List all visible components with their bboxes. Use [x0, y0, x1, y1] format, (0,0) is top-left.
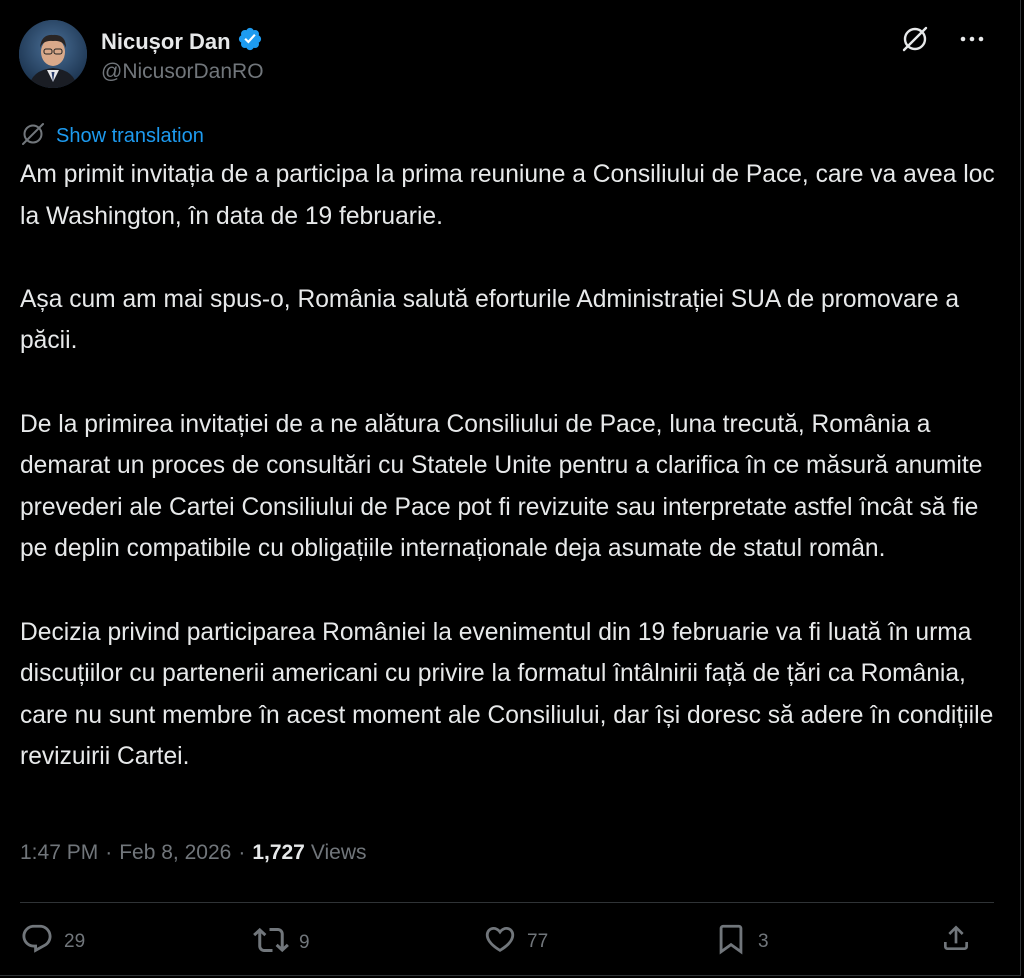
bookmark-count: 3: [758, 930, 769, 952]
repost-count: 9: [299, 931, 310, 953]
verified-badge-icon: [237, 26, 263, 57]
avatar-image: [19, 20, 87, 88]
repost-button[interactable]: 9: [253, 922, 310, 963]
bookmark-button[interactable]: 3: [714, 922, 769, 961]
divider: [20, 902, 994, 903]
repost-icon: [253, 922, 289, 963]
tweet-text: Am primit invitația de a participa la pr…: [20, 154, 1000, 778]
tweet-paragraph: Am primit invitația de a participa la pr…: [20, 161, 995, 230]
reply-button[interactable]: 29: [20, 922, 85, 961]
meta-separator: ·: [238, 841, 246, 864]
show-translation-button[interactable]: Show translation: [20, 121, 204, 152]
grok-icon[interactable]: [900, 24, 930, 54]
share-button[interactable]: [940, 922, 972, 959]
more-options-icon[interactable]: [960, 35, 984, 43]
tweet-actions-bar: 29 9 77 3: [20, 922, 975, 966]
translate-icon: [20, 121, 46, 152]
share-icon: [940, 922, 972, 959]
avatar[interactable]: [19, 20, 87, 88]
heart-icon: [483, 922, 517, 961]
meta-separator: ·: [105, 841, 113, 864]
author-handle[interactable]: @NicusorDanRO: [101, 60, 264, 84]
tweet-top-actions: [900, 24, 984, 54]
like-count: 77: [527, 930, 549, 952]
reply-count: 29: [64, 930, 86, 952]
bookmark-icon: [714, 922, 748, 961]
tweet-meta: 1:47 PM · Feb 8, 2026 · 1,727 Views: [20, 841, 367, 865]
views-label: Views: [310, 841, 367, 864]
tweet-time[interactable]: 1:47 PM: [20, 841, 98, 865]
views-count[interactable]: 1,727: [252, 841, 305, 865]
tweet-paragraph: Așa cum am mai spus-o, România salută ef…: [20, 285, 960, 355]
author-name[interactable]: Nicușor Dan: [101, 29, 231, 55]
like-button[interactable]: 77: [483, 922, 548, 961]
tweet-paragraph: De la primirea invitației de a ne alătur…: [20, 410, 983, 563]
tweet-date[interactable]: Feb 8, 2026: [119, 841, 231, 865]
show-translation-label[interactable]: Show translation: [56, 125, 204, 148]
tweet-paragraph: Decizia privind participarea României la…: [20, 618, 994, 771]
author-name-row[interactable]: Nicușor Dan: [101, 26, 263, 57]
reply-icon: [20, 922, 54, 961]
